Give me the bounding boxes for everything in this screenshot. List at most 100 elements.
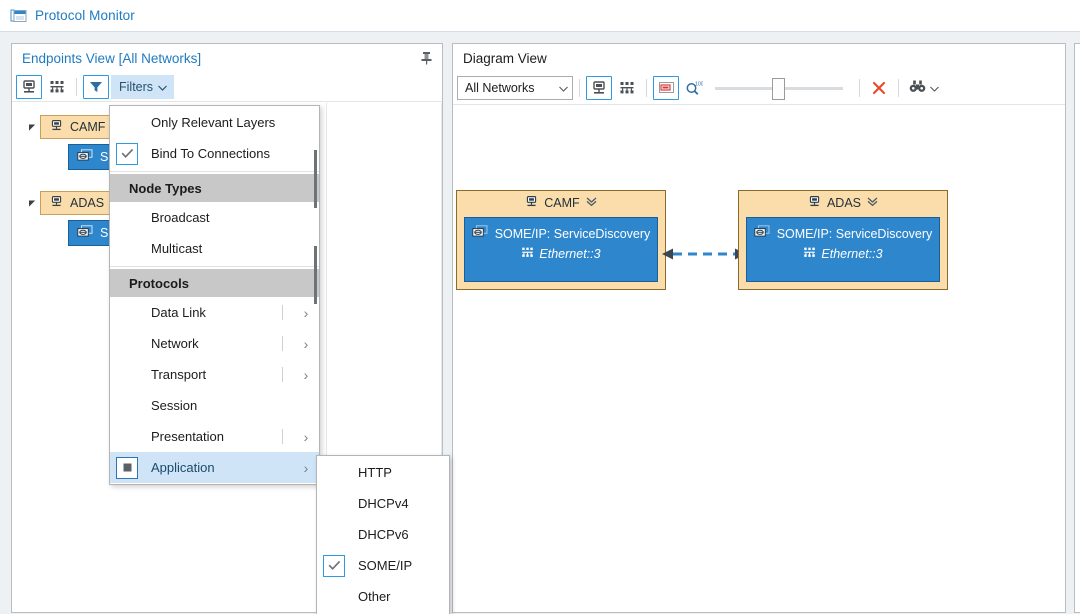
checkbox[interactable]	[116, 395, 138, 417]
find-button[interactable]	[905, 76, 943, 100]
network-grid-icon	[521, 246, 534, 262]
chevron-right-icon: ›	[303, 335, 309, 352]
window-title: Protocol Monitor	[35, 8, 135, 23]
menu-item-multicast[interactable]: Multicast	[110, 233, 319, 264]
checkbox[interactable]	[323, 462, 345, 484]
checkbox-checked[interactable]	[323, 554, 345, 577]
menu-item-transport[interactable]: Transport ›	[110, 359, 319, 390]
endpoint-node-icon	[50, 119, 63, 135]
checkbox[interactable]	[116, 207, 138, 229]
menu-item-data-link[interactable]: Data Link ›	[110, 297, 319, 328]
checkbox[interactable]	[323, 524, 345, 546]
endpoint-chip-adas[interactable]: ADAS	[40, 191, 118, 215]
network-grid-view-button[interactable]	[614, 76, 640, 100]
menu-item-only-relevant-layers[interactable]: Only Relevant Layers	[110, 107, 319, 138]
chevron-down-icon	[559, 81, 568, 95]
diagram-canvas[interactable]: CAMF SOME/IP: ServiceDiscovery Ethernet:…	[453, 106, 1065, 612]
checkbox[interactable]	[116, 426, 138, 448]
double-chevron-down-icon[interactable]	[586, 196, 597, 210]
filters-menu[interactable]: Only Relevant Layers Bind To Connections…	[109, 105, 320, 485]
diagram-node-title: CAMF	[544, 196, 580, 210]
checkbox-checked[interactable]	[116, 142, 138, 165]
submenu-separator	[282, 336, 283, 351]
checkbox[interactable]	[323, 493, 345, 515]
chevron-right-icon: ›	[303, 366, 309, 383]
submenu-item-other[interactable]: Other	[317, 581, 449, 612]
network-grid-icon	[803, 246, 816, 262]
endpoint-node-view-button[interactable]	[16, 74, 42, 99]
message-icon	[77, 224, 93, 242]
submenu-item-someip[interactable]: SOME/IP	[317, 550, 449, 581]
diagram-view-panel: Diagram View All Networks 100 CAMF SOME/…	[452, 43, 1066, 613]
clear-button[interactable]	[866, 76, 892, 100]
diagram-node-header: CAMF	[457, 191, 665, 215]
zoom-slider-thumb[interactable]	[772, 78, 785, 100]
title-bar: Protocol Monitor	[0, 0, 1080, 32]
filters-label: Filters	[119, 79, 154, 94]
diagram-node-protocol-row: SOME/IP: ServiceDiscovery	[472, 225, 650, 242]
checkbox[interactable]	[116, 333, 138, 355]
diagram-node-interface: Ethernet::3	[821, 247, 883, 261]
checkbox[interactable]	[116, 302, 138, 324]
triangle-collapse-icon[interactable]	[24, 195, 40, 211]
submenu-separator	[282, 305, 283, 320]
endpoint-chip-camf[interactable]: CAMF	[40, 115, 119, 139]
checkbox[interactable]	[116, 364, 138, 386]
menu-separator	[110, 266, 319, 267]
bidirectional-connection[interactable]	[659, 244, 749, 264]
menu-scroll-marker	[314, 246, 317, 304]
diagram-toolbar: All Networks 100	[453, 72, 1065, 105]
submenu-item-dhcpv4[interactable]: DHCPv4	[317, 488, 449, 519]
submenu-item-http[interactable]: HTTP	[317, 457, 449, 488]
diagram-node-service[interactable]: SOME/IP: ServiceDiscovery Ethernet::3	[464, 217, 658, 282]
menu-item-session[interactable]: Session	[110, 390, 319, 421]
checkbox[interactable]	[116, 112, 138, 134]
diagram-node-camf[interactable]: CAMF SOME/IP: ServiceDiscovery Ethernet:…	[456, 190, 666, 290]
triangle-collapse-icon[interactable]	[24, 119, 40, 135]
filter-funnel-button[interactable]	[83, 74, 109, 99]
chevron-right-icon: ›	[303, 459, 309, 476]
diagram-node-protocol-row: SOME/IP: ServiceDiscovery	[754, 225, 933, 242]
diagram-node-protocol: SOME/IP: ServiceDiscovery	[776, 226, 933, 241]
menu-item-network[interactable]: Network ›	[110, 328, 319, 359]
tree-row[interactable]: CAMF	[24, 115, 119, 139]
chevron-right-icon: ›	[303, 304, 309, 321]
menu-item-presentation[interactable]: Presentation ›	[110, 421, 319, 452]
menu-item-label: Application	[151, 460, 215, 475]
app-window-icon	[10, 8, 28, 24]
show-labels-button[interactable]	[653, 76, 679, 100]
endpoint-node-icon	[50, 195, 63, 211]
menu-item-label: DHCPv4	[358, 496, 409, 511]
checkbox-partial[interactable]	[116, 456, 138, 479]
network-view-button[interactable]	[44, 75, 70, 99]
menu-item-bind-to-connections[interactable]: Bind To Connections	[110, 138, 319, 169]
menu-item-label: Only Relevant Layers	[151, 115, 276, 130]
double-chevron-down-icon[interactable]	[867, 196, 878, 210]
zoom-slider[interactable]	[715, 78, 843, 100]
application-submenu[interactable]: HTTP DHCPv4 DHCPv6 SOME/IP Other	[316, 455, 450, 614]
endpoint-node-icon	[525, 195, 538, 211]
pin-icon[interactable]	[416, 48, 436, 68]
endpoint-node-icon	[808, 195, 821, 211]
diagram-node-interface-row: Ethernet::3	[803, 246, 883, 262]
message-icon	[754, 225, 770, 242]
filters-dropdown-button[interactable]: Filters	[111, 74, 175, 99]
diagram-node-interface-row: Ethernet::3	[521, 246, 601, 262]
diagram-node-header: ADAS	[739, 191, 947, 215]
endpoint-node-view-button[interactable]	[586, 76, 612, 100]
network-select[interactable]: All Networks	[457, 76, 573, 100]
menu-item-label: HTTP	[358, 465, 392, 480]
menu-item-application[interactable]: Application ›	[110, 452, 319, 483]
checkbox[interactable]	[323, 586, 345, 608]
checkbox[interactable]	[116, 238, 138, 260]
diagram-node-title: ADAS	[826, 196, 862, 210]
diagram-node-adas[interactable]: ADAS SOME/IP: ServiceDiscovery Ethernet:…	[738, 190, 948, 290]
message-icon	[77, 148, 93, 166]
tree-row[interactable]: ADAS	[24, 191, 118, 215]
tree-child-label: S	[100, 226, 109, 240]
tree-child-label: S	[100, 150, 109, 164]
diagram-node-service[interactable]: SOME/IP: ServiceDiscovery Ethernet::3	[746, 217, 940, 282]
menu-item-broadcast[interactable]: Broadcast	[110, 202, 319, 233]
zoom-100-button[interactable]: 100	[681, 76, 707, 100]
submenu-item-dhcpv6[interactable]: DHCPv6	[317, 519, 449, 550]
